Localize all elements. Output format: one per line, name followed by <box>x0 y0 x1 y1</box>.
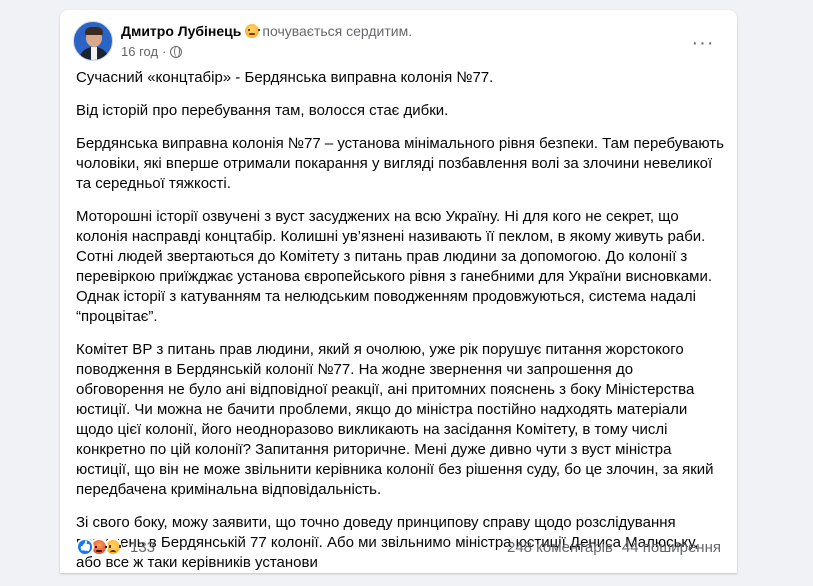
author-name[interactable]: Дмитро Лубінець <box>121 23 241 39</box>
paragraph: Комітет ВР з питань прав людини, який я … <box>76 341 714 498</box>
post-timestamp[interactable]: 16 год <box>121 44 158 60</box>
post-header: Дмитро Лубінець почувається сердитим. 16 … <box>73 21 725 65</box>
avatar-hair-shape <box>85 27 103 35</box>
reactions-summary[interactable]: 133 <box>76 538 155 556</box>
feeling-text: почувається сердитим. <box>262 23 413 39</box>
timestamp-line: 16 год · <box>121 44 412 60</box>
globe-icon[interactable] <box>170 46 183 58</box>
shares-count-link[interactable]: 44 поширення <box>622 539 721 556</box>
reaction-count[interactable]: 133 <box>130 539 155 556</box>
post-footer: 133 248 коментарів 44 поширення <box>76 536 721 558</box>
author-line: Дмитро Лубінець почувається сердитим. <box>121 22 412 40</box>
more-options-button[interactable]: ··· <box>685 31 721 55</box>
separator-dot: · <box>162 44 167 59</box>
paragraph: Від історій про перебування там, волосся… <box>76 102 449 119</box>
post-card: Дмитро Лубінець почувається сердитим. 16 … <box>60 10 737 573</box>
avatar[interactable] <box>73 21 113 61</box>
like-icon <box>76 538 94 556</box>
post-meta: Дмитро Лубінець почувається сердитим. 16 … <box>121 22 412 60</box>
comments-count-link[interactable]: 248 коментарів <box>507 539 613 556</box>
post-text: Сучасний «концтабір» - Бердянська виправ… <box>76 68 724 586</box>
paragraph: Моторошні історії озвучені з вуст засудж… <box>76 208 713 325</box>
avatar-shirt-shape <box>91 47 97 60</box>
paragraph: Сучасний «концтабір» - Бердянська виправ… <box>76 69 494 86</box>
paragraph: Бердянська виправна колонія №77 – устано… <box>76 135 724 192</box>
angry-feeling-icon <box>245 24 261 38</box>
